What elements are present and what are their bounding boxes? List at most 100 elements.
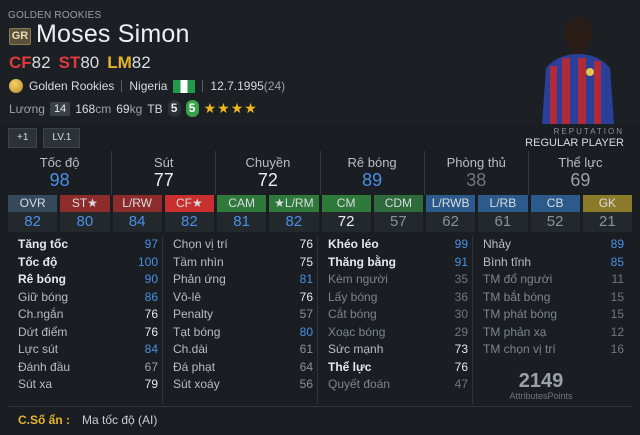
stat-row: TM bắt bóng 15	[483, 289, 624, 307]
stat-value: 84	[144, 342, 158, 356]
birthdate: 12.7.1995	[210, 79, 264, 93]
stat-row: Penalty 57	[173, 306, 313, 324]
body-type: TB	[147, 101, 163, 116]
category-5: Thể lực 69	[527, 151, 632, 195]
position-rating-value: 61	[478, 212, 528, 232]
position-rating-9[interactable]: L/RB 61	[478, 195, 528, 233]
stat-value: 57	[299, 307, 313, 321]
stat-label: Sút xoáy	[173, 377, 220, 391]
position-rating-5[interactable]: ★L/RM 82	[269, 195, 319, 233]
category-0: Tốc độ 98	[8, 151, 111, 195]
position-rating-10[interactable]: CB 52	[530, 195, 580, 233]
stat-label: Dứt điểm	[18, 324, 68, 339]
stat-row: Sút xoáy 56	[173, 376, 313, 394]
position-rating-value: 84	[112, 212, 162, 232]
weak-foot-right: 5	[185, 100, 199, 117]
stat-row: Kèm người 35	[328, 271, 468, 289]
position-rating-label: ST★	[60, 195, 110, 212]
stat-label: Penalty	[173, 307, 214, 321]
stat-value: 91	[454, 254, 468, 269]
position-rating-7[interactable]: CDM 57	[373, 195, 423, 233]
stat-row: Xoạc bóng 29	[328, 324, 468, 342]
category-label: Sút	[154, 155, 174, 170]
position-rating-8[interactable]: L/RWB 62	[426, 195, 476, 233]
stat-value: 76	[144, 307, 158, 321]
stat-label: Ch.dài	[173, 342, 208, 356]
position-rating-label: GK	[582, 195, 632, 212]
category-label: Rê bóng	[347, 155, 397, 170]
stat-row: Quyết đoán 47	[328, 376, 468, 394]
stat-row: Ch.ngắn 76	[18, 306, 158, 324]
stat-label: TM chọn vị trí	[483, 342, 556, 356]
stat-label: Sức mạnh	[328, 342, 384, 356]
stat-value: 80	[299, 324, 313, 339]
hidden-trait-row: C.Số ẩn : Ma tốc độ (AI)	[8, 406, 632, 433]
position-cf: CF82	[9, 53, 51, 72]
stat-row: Bình tĩnh 85	[483, 254, 624, 272]
category-3: Rê bóng 89	[319, 151, 424, 195]
stat-row: Vô-lê 76	[173, 289, 313, 307]
stat-label: Tầm nhìn	[173, 254, 224, 269]
stat-label: Rê bóng	[18, 272, 66, 286]
stat-row: Khéo léo 99	[328, 236, 468, 254]
stat-row: Ch.dài 61	[173, 341, 313, 359]
position-rating-6[interactable]: CM 72	[321, 195, 371, 233]
attribute-points-label: AttributesPoints	[509, 391, 573, 401]
hidden-trait-label: C.Số ẩn :	[18, 413, 71, 427]
category-label: Phòng thủ	[446, 155, 506, 170]
salary-label: Lương	[9, 101, 45, 116]
position-rating-11[interactable]: GK 21	[582, 195, 632, 233]
stat-row: Rê bóng 90	[18, 271, 158, 289]
stat-value: 81	[299, 272, 313, 286]
stat-value: 76	[144, 324, 158, 339]
category-value: 38	[466, 170, 487, 190]
category-summary: Tốc độ 98 Sút 77 Chuyền 72 Rê bóng 89 Phòng thủ 3…	[8, 151, 632, 195]
upgrade-level-button[interactable]: +1	[8, 128, 38, 148]
stat-value: 76	[454, 359, 468, 374]
position-rating-4[interactable]: CAM 81	[217, 195, 267, 233]
stat-label: Tốc độ	[18, 254, 58, 269]
stat-value: 99	[454, 237, 468, 251]
stat-row: Tốc độ 100	[18, 254, 158, 272]
position-rating-value: 82	[8, 212, 58, 232]
category-value: 77	[153, 170, 174, 190]
stats-column-3: Khéo léo 99 Thăng bằng 91 Kèm người 35 Lấy bón…	[318, 236, 473, 404]
reputation-value: REGULAR PLAYER	[525, 137, 624, 149]
player-level-button[interactable]: LV.1	[43, 128, 81, 148]
position-rating-value: 82	[269, 212, 319, 232]
position-rating-label: CAM	[217, 195, 267, 212]
position-rating-2[interactable]: L/RW 84	[112, 195, 162, 233]
stat-row: Phản ứng 81	[173, 271, 313, 289]
stat-row: Tạt bóng 80	[173, 324, 313, 342]
attribute-points: 2149 AttributesPoints	[481, 370, 601, 401]
player-photo	[528, 6, 624, 124]
level-controls: +1 LV.1	[8, 128, 81, 148]
stat-value: 36	[454, 289, 468, 304]
stat-row: Nhảy 89	[483, 236, 624, 254]
stat-value: 15	[610, 289, 624, 304]
category-label: Thể lực	[558, 155, 603, 170]
stat-label: Xoạc bóng	[328, 324, 386, 339]
stat-row: Lực sút 84	[18, 341, 158, 359]
position-rating-3[interactable]: CF★ 82	[164, 195, 214, 233]
stat-row: Cắt bóng 30	[328, 306, 468, 324]
divider	[202, 80, 204, 92]
player-physical-row: Lương 14 168cm 69kg TB 5 5 ★★★★	[9, 100, 258, 117]
reputation-label: REPUTATION	[553, 127, 624, 136]
position-rating-0[interactable]: OVR 82	[8, 195, 58, 233]
category-value: 72	[257, 170, 278, 190]
stat-value: 56	[299, 377, 313, 391]
stat-row: Chọn vị trí 76	[173, 236, 313, 254]
player-info-row: Golden Rookies Nigeria 12.7.1995 (24)	[9, 79, 285, 93]
position-rating-value: 72	[321, 212, 371, 232]
stat-value: 30	[454, 307, 468, 321]
stat-value: 86	[144, 289, 158, 304]
position-rating-1[interactable]: ST★ 80	[60, 195, 110, 233]
stat-label: TM đổ người	[483, 272, 553, 286]
attribute-points-value: 2149	[518, 370, 564, 392]
stat-row: Sức mạnh 73	[328, 341, 468, 359]
hidden-trait-value[interactable]: Ma tốc độ (AI)	[82, 413, 157, 427]
stat-value: 75	[299, 254, 313, 269]
position-rating-value: 62	[426, 212, 476, 232]
position-rating-label: CM	[321, 195, 371, 212]
